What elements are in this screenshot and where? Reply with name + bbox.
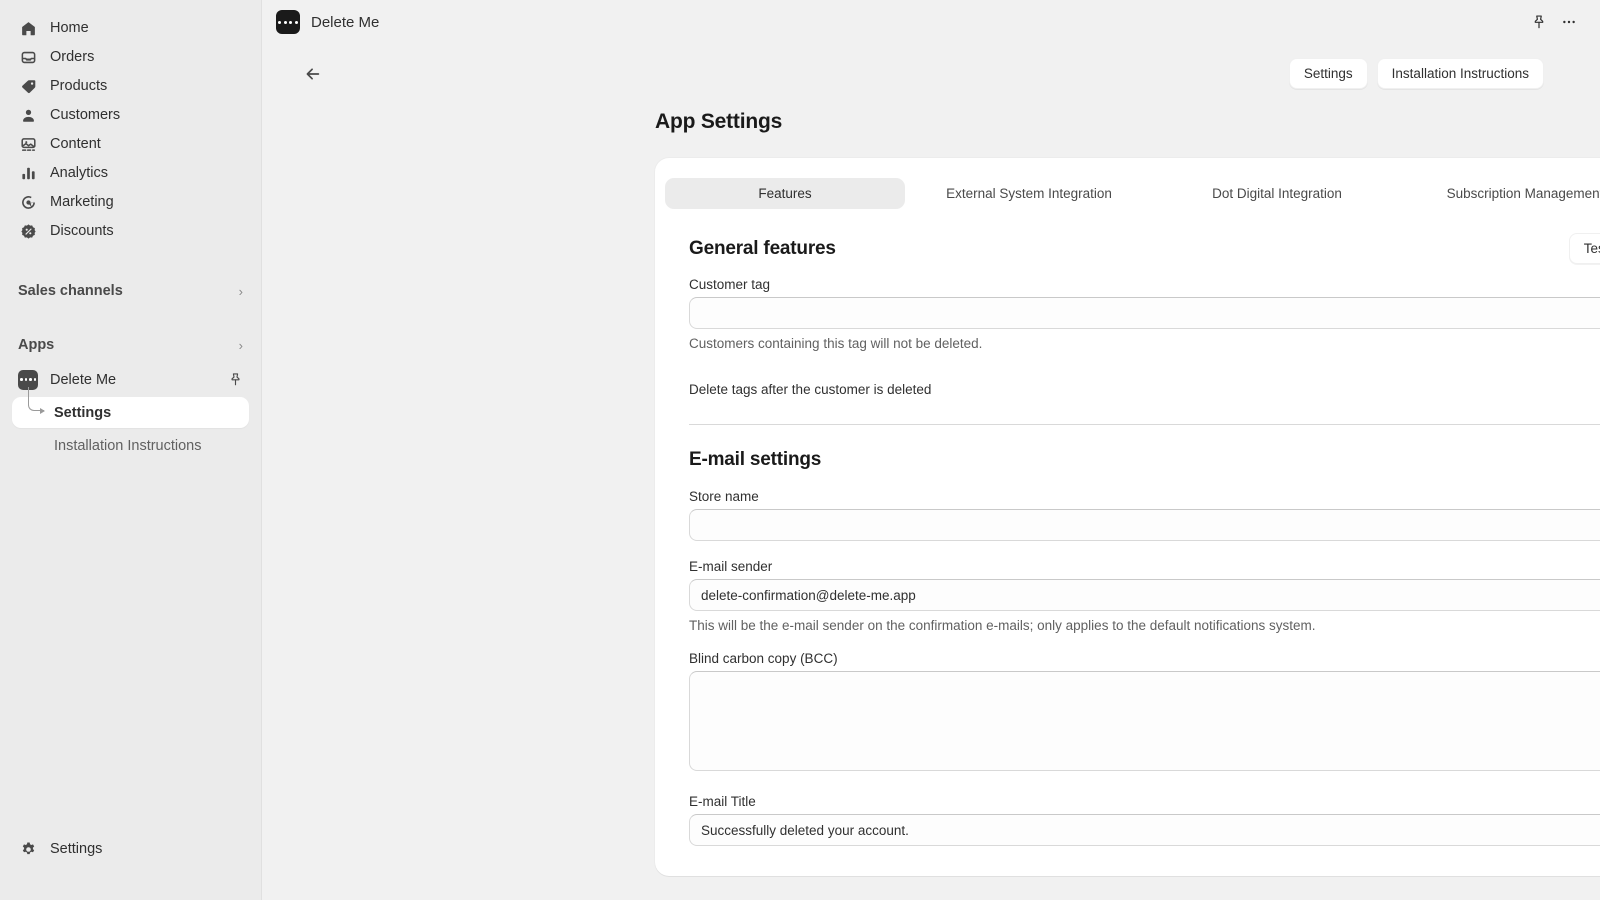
customer-tag-input[interactable] <box>689 297 1600 329</box>
main-area: Delete Me Settings Installation Instruct… <box>262 0 1600 900</box>
tab-external-system-integration[interactable]: External System Integration <box>905 178 1153 209</box>
sidebar-item-label: Content <box>50 136 101 153</box>
delete-tags-toggle-row: Delete tags after the customer is delete… <box>689 378 1600 400</box>
app-title: Delete Me <box>311 13 380 31</box>
email-settings-title: E-mail settings <box>689 449 822 470</box>
sidebar-item-customers[interactable]: Customers <box>8 101 253 130</box>
tab-bar: Features External System Integration Dot… <box>655 172 1600 209</box>
app-root: Home Orders Products Customers Content A… <box>0 0 1600 900</box>
home-icon <box>18 19 38 39</box>
sidebar-item-content[interactable]: Content <box>8 130 253 159</box>
sidebar-bottom-label: Settings <box>50 841 103 858</box>
general-features-header: General features Test e-mail <box>689 233 1600 264</box>
store-name-label: Store name <box>689 489 759 504</box>
email-sender-input[interactable] <box>689 579 1600 611</box>
sidebar-item-home[interactable]: Home <box>8 14 253 43</box>
sidebar: Home Orders Products Customers Content A… <box>0 0 262 900</box>
sidebar-item-products[interactable]: Products <box>8 72 253 101</box>
sidebar-item-label: Products <box>50 78 108 95</box>
email-title-field: E-mail Title <box>689 794 1600 846</box>
sidebar-subitem-label: Installation Instructions <box>54 437 202 454</box>
sidebar-app-delete-me[interactable]: Delete Me <box>8 364 253 395</box>
sidebar-subnav: Settings Installation Instructions <box>0 387 261 461</box>
sidebar-item-analytics[interactable]: Analytics <box>8 159 253 188</box>
sidebar-item-settings[interactable]: Settings <box>12 397 249 428</box>
test-email-button[interactable]: Test e-mail <box>1568 233 1600 264</box>
general-features-title: General features <box>689 237 836 259</box>
sidebar-section-sales-channels[interactable]: Sales channels › <box>8 276 253 306</box>
sidebar-item-installation-instructions[interactable]: Installation Instructions <box>12 430 249 461</box>
apps-label: Apps <box>18 337 55 353</box>
sidebar-item-store-settings[interactable]: Settings <box>8 835 253 864</box>
sidebar-item-label: Marketing <box>50 194 114 211</box>
email-sender-help: This will be the e-mail sender on the co… <box>689 618 1316 633</box>
sidebar-item-orders[interactable]: Orders <box>8 43 253 72</box>
app-settings-card: Features External System Integration Dot… <box>655 158 1600 876</box>
content-image-icon <box>18 135 38 155</box>
bcc-label: Blind carbon copy (BCC) <box>689 651 838 666</box>
delete-tags-toggle-label: Delete tags after the customer is delete… <box>689 381 932 397</box>
store-name-input[interactable] <box>689 509 1600 541</box>
installation-instructions-button[interactable]: Installation Instructions <box>1376 58 1544 89</box>
customer-tag-help: Customers containing this tag will not b… <box>689 336 983 351</box>
app-name-label: Delete Me <box>50 371 117 388</box>
email-sender-label: E-mail sender <box>689 559 773 574</box>
pin-icon[interactable] <box>1524 7 1554 37</box>
page-title: App Settings <box>655 110 783 133</box>
sidebar-item-label: Home <box>50 20 89 37</box>
content-scroll-area[interactable]: Settings Installation Instructions App S… <box>262 44 1600 900</box>
marketing-target-icon <box>18 193 38 213</box>
delete-me-app-icon <box>276 10 300 34</box>
products-tag-icon <box>18 77 38 97</box>
sidebar-subitem-label: Settings <box>54 404 112 421</box>
store-name-field: Store name <box>689 489 1600 541</box>
gear-icon <box>18 840 38 860</box>
chevron-right-icon: › <box>238 283 243 299</box>
email-sender-field: E-mail sender This will be the e-mail se… <box>689 559 1600 633</box>
bcc-textarea[interactable] <box>689 671 1600 771</box>
app-topbar: Delete Me <box>262 0 1600 44</box>
pin-icon[interactable] <box>228 372 243 387</box>
sidebar-item-label: Analytics <box>50 165 109 182</box>
bcc-field: Blind carbon copy (BCC) <box>689 651 1600 776</box>
customers-person-icon <box>18 106 38 126</box>
orders-icon <box>18 48 38 68</box>
sales-channels-label: Sales channels <box>18 283 123 299</box>
discounts-badge-icon <box>18 222 38 242</box>
sidebar-section-apps[interactable]: Apps › <box>8 330 253 360</box>
email-title-label: E-mail Title <box>689 794 756 809</box>
tab-features[interactable]: Features <box>665 178 905 209</box>
tab-subscription-management[interactable]: Subscription Management <box>1401 178 1600 209</box>
page-action-bar: Settings Installation Instructions <box>262 44 1600 89</box>
section-divider <box>689 424 1600 425</box>
card-body: General features Test e-mail Customer ta… <box>655 233 1600 846</box>
sidebar-bottom: Settings <box>0 835 261 864</box>
settings-button[interactable]: Settings <box>1288 58 1368 89</box>
sidebar-item-label: Discounts <box>50 223 114 240</box>
sidebar-item-label: Customers <box>50 107 121 124</box>
tab-dot-digital-integration[interactable]: Dot Digital Integration <box>1153 178 1401 209</box>
customer-tag-field: Customer tag Customers containing this t… <box>689 277 1600 351</box>
chevron-right-icon: › <box>238 337 243 353</box>
sidebar-item-label: Orders <box>50 49 95 66</box>
more-horizontal-icon[interactable] <box>1554 7 1584 37</box>
back-arrow-icon[interactable] <box>298 59 328 89</box>
analytics-bars-icon <box>18 164 38 184</box>
delete-me-app-icon <box>18 369 38 390</box>
sidebar-item-marketing[interactable]: Marketing <box>8 188 253 217</box>
sidebar-item-discounts[interactable]: Discounts <box>8 217 253 246</box>
email-title-input[interactable] <box>689 814 1600 846</box>
customer-tag-label: Customer tag <box>689 277 771 292</box>
